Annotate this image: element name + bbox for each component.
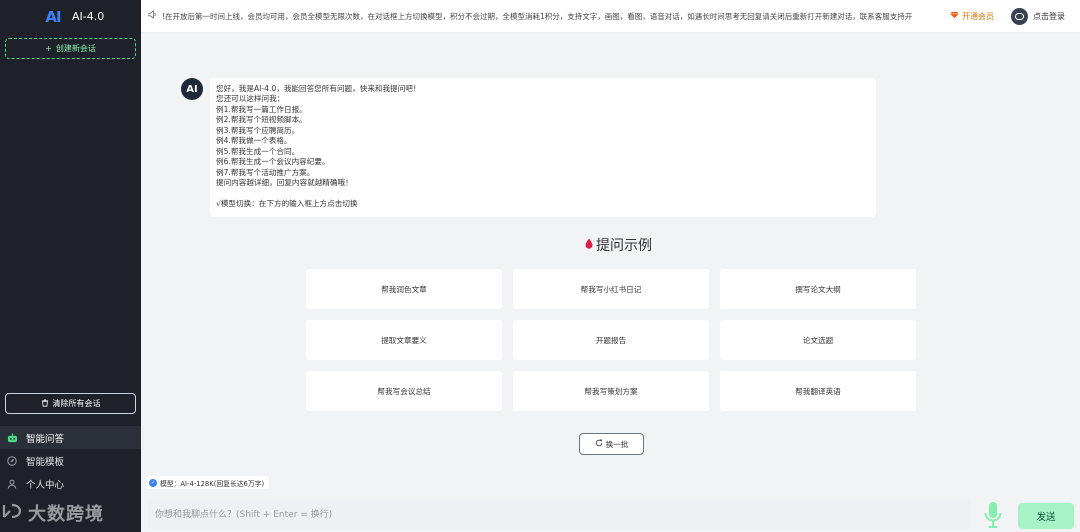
compass-icon	[6, 455, 18, 467]
open-vip-button[interactable]: 开通会员	[950, 11, 994, 22]
logo-text: AI	[45, 7, 61, 26]
refresh-examples-button[interactable]: 换一批	[579, 433, 644, 455]
avatar-face-icon	[1015, 12, 1024, 20]
speaker-icon	[148, 10, 158, 22]
drop-icon	[585, 238, 593, 252]
message-line: 您还可以这样问我：	[216, 94, 285, 104]
app-name: AI-4.0	[72, 10, 105, 23]
announcement-text: !在开放后第一时间上线，会员均可用，会员全模型无限次数，在对话框上方切换模型，积…	[162, 11, 913, 21]
model-selector[interactable]: ✓ 模型：AI-4-128K(回复长达6万字)	[146, 476, 270, 489]
nav-label: 个人中心	[26, 479, 65, 491]
user-icon	[6, 478, 18, 490]
diamond-icon	[950, 11, 959, 21]
new-chat-button[interactable]: + 创建新会话	[5, 38, 136, 59]
watermark-logo-icon	[2, 502, 24, 524]
message-footer: √模型切换：在下方的输入框上方点击切换	[216, 198, 358, 208]
refresh-icon	[595, 439, 603, 449]
example-prompt-card[interactable]: 提取文章要义	[306, 320, 502, 360]
microphone-icon[interactable]	[982, 500, 1004, 530]
message-line: 您好，我是AI-4.0，我能回答您所有问题，快来和我提问吧！	[216, 84, 421, 93]
nav-label: 智能模板	[26, 456, 65, 468]
top-bar: !在开放后第一时间上线，会员均可用，会员全模型无限次数，在对话框上方切换模型，积…	[141, 0, 1080, 33]
examples-title: 提问示例	[596, 238, 652, 254]
plus-icon: +	[45, 44, 52, 53]
login-button[interactable]: 点击登录	[1011, 7, 1065, 25]
app-logo: AI	[42, 6, 64, 28]
example-prompt-card[interactable]: 帮我写会议总结	[306, 371, 502, 411]
model-icon: ✓	[149, 478, 157, 487]
message-line: 例2.帮我写个短视频脚本。	[216, 115, 307, 125]
message-line: 例6.帮我生成一个会议内容纪要。	[216, 157, 330, 167]
examples-heading: 提问示例	[0, 235, 1080, 255]
example-prompt-card[interactable]: 论文选题	[720, 320, 916, 360]
clear-chats-label: 清除所有会话	[52, 399, 101, 408]
new-chat-label: 创建新会话	[55, 44, 96, 53]
sidebar: AI AI-4.0 + 创建新会话 清除所有会话 智能问答 智能模板 个人中心 …	[0, 0, 141, 532]
avatar	[1011, 7, 1028, 25]
vip-label: 开通会员	[962, 11, 994, 21]
message-line: 提问内容越详细，回复内容就越精确哦！	[216, 178, 353, 188]
watermark: 大数跨境	[2, 500, 104, 526]
example-prompt-card[interactable]: 开题报告	[513, 320, 709, 360]
login-label: 点击登录	[1033, 11, 1065, 21]
chat-input[interactable]	[148, 500, 971, 529]
trash-icon	[41, 398, 49, 409]
example-prompt-card[interactable]: 帮我写策划方案	[513, 371, 709, 411]
example-prompt-card[interactable]: 帮我翻译英语	[720, 371, 916, 411]
message-line: 例1.帮我写一篇工作日报。	[216, 104, 307, 114]
watermark-text: 大数跨境	[28, 504, 104, 525]
model-label: 模型：AI-4-128K(回复长达6万字)	[160, 479, 265, 488]
example-prompt-card[interactable]: 帮我润色文章	[306, 269, 502, 309]
example-prompt-card[interactable]: 帮我写小红书日记	[513, 269, 709, 309]
send-button[interactable]: 发送	[1018, 503, 1074, 529]
bot-message-bubble: 您好，我是AI-4.0，我能回答您所有问题，快来和我提问吧！ 您还可以这样问我：…	[210, 78, 876, 217]
refresh-label: 换一批	[605, 439, 629, 449]
sidebar-item-personal-center[interactable]: 个人中心	[0, 472, 141, 495]
example-prompt-card[interactable]: 撰写论文大纲	[720, 269, 916, 309]
message-line: 例5.帮我生成一个合同。	[216, 146, 300, 156]
sidebar-item-smart-qa[interactable]: 智能问答	[0, 426, 141, 449]
message-line: 例3.帮我写个应聘简历。	[216, 125, 300, 135]
example-prompts-grid: 帮我润色文章 帮我写小红书日记 撰写论文大纲 提取文章要义 开题报告 论文选题 …	[306, 269, 917, 411]
message-line: 例7.帮我写个活动推广方案。	[216, 167, 315, 177]
sidebar-nav: 智能问答 智能模板 个人中心	[0, 426, 141, 495]
logo-row: AI AI-4.0	[0, 0, 141, 33]
robot-icon	[6, 432, 18, 444]
bot-avatar: AI	[181, 78, 203, 100]
nav-label: 智能问答	[26, 433, 65, 445]
clear-all-chats-button[interactable]: 清除所有会话	[5, 393, 136, 414]
message-line: 例4.帮我做一个表格。	[216, 136, 292, 146]
sidebar-item-smart-templates[interactable]: 智能模板	[0, 449, 141, 472]
